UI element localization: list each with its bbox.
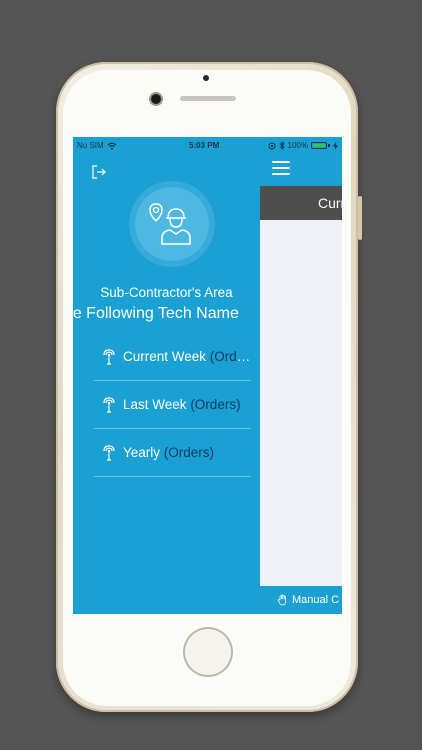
app-screen: No SIM 5:03 PM 100% Cur Manual C Sub-Con… [73,137,342,614]
front-camera [151,94,161,104]
footer-label: Manual C [292,594,340,606]
menu-suffix: (Orders) [190,397,241,412]
manual-footer-button[interactable]: Manual C [260,586,342,614]
main-content: Current Manual C [260,137,342,614]
clock: 5:03 PM [189,141,220,150]
bluetooth-icon [279,141,285,150]
menu-label: Current Week [123,349,207,364]
logout-icon[interactable] [91,164,107,180]
phone-sensor [203,75,209,81]
tech-name: The Following Tech Name [73,305,260,323]
antenna-icon [103,396,115,413]
area-title: Sub-Contractor's Area [100,285,233,300]
menu-item-last-week[interactable]: Last Week (Orders) [94,381,251,429]
carrier-label: No SIM [77,141,104,150]
phone-side-button [358,196,362,240]
status-bar: No SIM 5:03 PM 100% [73,137,342,153]
avatar [129,181,215,267]
hamburger-menu-icon[interactable] [272,161,290,175]
rotation-lock-icon [268,142,276,149]
hand-icon [277,594,286,606]
side-drawer: Sub-Contractor's Area The Following Tech… [73,137,260,614]
drawer-menu: Current Week (Orders) Last Week (Orders) [94,333,251,477]
phone-speaker [180,96,236,101]
worker-location-icon [149,203,191,245]
battery-tip [328,144,330,147]
avatar-circle [135,187,209,261]
battery-icon [311,142,327,149]
antenna-icon [103,348,115,365]
tech-name-text: The Following Tech Name [73,305,239,322]
antenna-icon [103,444,115,461]
wifi-icon [107,142,117,150]
charging-icon [333,141,338,150]
menu-suffix: (Orders) [163,445,215,460]
battery-percent: 100% [287,141,308,150]
menu-label: Last Week [123,397,187,412]
main-list-area [260,220,342,586]
menu-label: Yearly [123,445,161,460]
main-subbar-title: Current [260,186,342,220]
menu-item-yearly[interactable]: Yearly (Orders) [94,429,251,477]
menu-item-current-week[interactable]: Current Week (Orders) [94,333,251,381]
menu-suffix: (Orders) [209,349,251,364]
home-button[interactable] [183,627,233,677]
